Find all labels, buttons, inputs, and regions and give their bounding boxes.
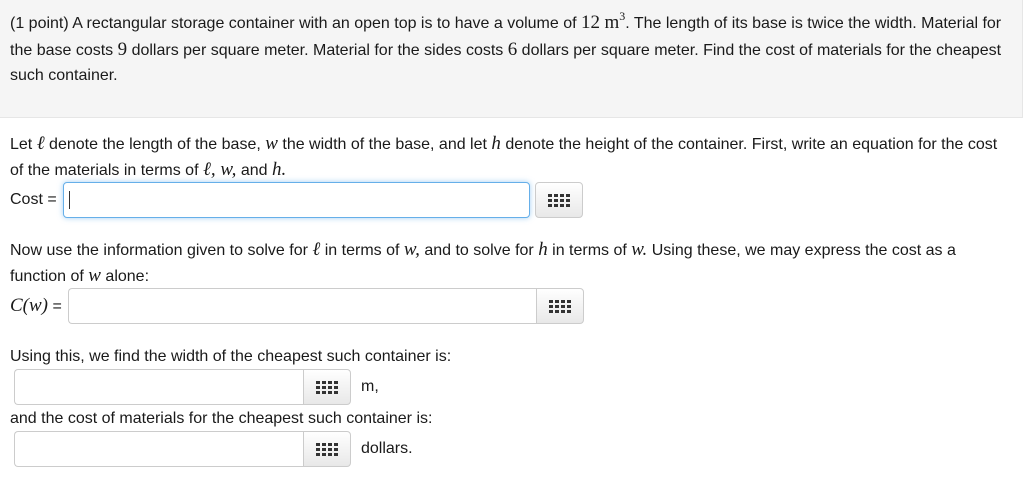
volume-exponent: 3 [619,9,626,23]
text: and to solve for [419,242,539,259]
cw-label: C(w) = [10,295,62,317]
problem-statement: (1 point) A rectangular storage containe… [10,9,1010,88]
instruction-min-cost: and the cost of materials for the cheape… [10,406,1010,431]
equation-editor-button[interactable] [303,369,351,405]
equation-editor-button[interactable] [534,182,583,218]
keypad-icon [316,442,338,456]
text-caret [68,191,70,209]
min-cost-input[interactable] [14,431,303,467]
instruction-cost-equation: Let ℓ denote the length of the base, w t… [10,131,1010,183]
instruction-cost-function: Now use the information given to solve f… [10,237,1010,289]
text: Using this, we find the width of the che… [10,348,452,365]
problem-text-3: dollars per square meter. Material for t… [127,42,508,59]
h-symbol: h [491,133,501,154]
keypad-icon [548,299,571,313]
side-cost-value: 6 [507,39,518,60]
equation-editor-button[interactable] [303,431,351,467]
cost-input[interactable] [62,182,530,218]
text: in terms of [547,242,632,259]
text: Now use the information given to solve f… [10,242,313,259]
width-unit: m, [361,378,379,395]
text: C(w) [10,295,48,316]
keypad-icon [316,380,338,394]
volume-unit: m [604,12,620,33]
text: and the cost of materials for the cheape… [10,410,433,427]
cost-label: Cost = [10,191,57,208]
problem-statement-panel: (1 point) A rectangular storage containe… [0,0,1023,118]
cw-answer-row: C(w) = [10,288,584,324]
dollars-unit: dollars. [361,440,413,457]
width-input[interactable] [14,369,303,405]
text: Let [10,136,37,153]
keypad-icon [547,193,570,207]
text: in terms of [320,242,404,259]
w-symbol: w. [631,239,648,260]
min-cost-answer-row: dollars. [14,431,413,467]
problem-text-1: (1 point) A rectangular storage containe… [10,15,582,32]
base-cost-value: 9 [117,39,128,60]
cost-answer-row: Cost = [10,182,583,218]
h-symbol: h [538,239,548,260]
volume-value: 12 [581,12,601,33]
width-answer-row: m, [14,369,379,405]
w-symbol: w [88,265,101,286]
equation-editor-button[interactable] [535,288,584,324]
text: alone: [100,268,150,285]
text: the width of the base, and let [277,136,492,153]
cw-input[interactable] [67,288,536,324]
w-symbol: w [265,133,278,154]
h-symbol: h. [272,159,287,180]
w-symbol: w, [403,239,420,260]
variable-list: ℓ, w, [202,159,237,180]
text: = [48,298,62,315]
text: and [236,162,272,179]
ell-symbol: ℓ [36,133,45,154]
instruction-width: Using this, we find the width of the che… [10,344,1010,369]
text: denote the length of the base, [44,136,266,153]
